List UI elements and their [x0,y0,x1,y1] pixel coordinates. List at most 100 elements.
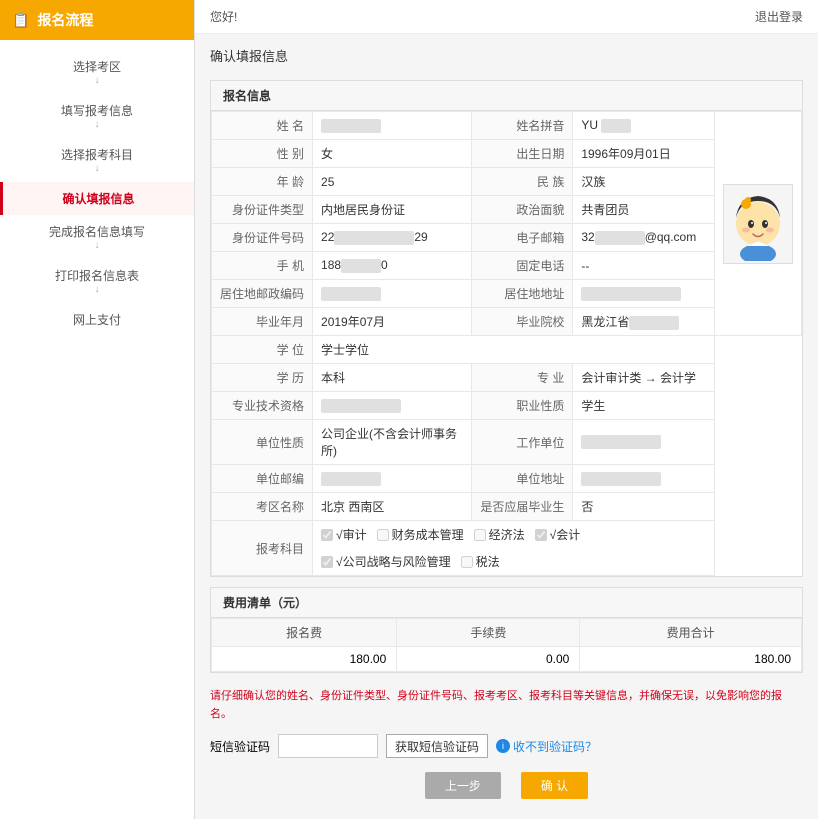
subject-finance-cost: 财务成本管理 [377,526,464,543]
registration-fee-value: 180.00 [212,647,397,672]
exam-area-label: 考区名称 [212,493,313,521]
table-row: 毕业年月 2019年07月 毕业院校 黑龙江省 [212,308,802,336]
work-unit-label: 工作单位 [472,420,573,465]
age-value: 25 [313,168,472,196]
grad-month-label: 毕业年月 [212,308,313,336]
job-nature-label: 职业性质 [472,392,573,420]
grad-school-label: 毕业院校 [472,308,573,336]
logout-button[interactable]: 退出登录 [755,8,803,25]
age-label: 年 龄 [212,168,313,196]
confirm-button[interactable]: 确 认 [521,772,588,799]
avatar-cell [715,112,802,336]
degree-value: 学士学位 [313,336,715,364]
warning-text: 请仔细确认您的姓名、身份证件类型、身份证件号码、报考考区、报考科目等关键信息，并… [210,683,803,728]
pinyin-blurred [601,119,631,133]
table-row: 专业技术资格 职业性质 学生 [212,392,802,420]
sidebar-item-label: 选择报考科目 [61,146,133,163]
sidebar-item-complete-fill[interactable]: 完成报名信息填写 [0,215,194,259]
registration-info-box: 报名信息 姓 名 姓名拼音 YU [210,80,803,577]
unit-address-value [573,465,715,493]
table-row: 单位邮编 单位地址 [212,465,802,493]
work-unit-blurred [581,435,661,449]
id-type-value: 内地居民身份证 [313,196,472,224]
tech-blurred [321,399,401,413]
subject-audit-checkbox[interactable] [321,529,333,541]
mobile-label: 手 机 [212,252,313,280]
job-nature-value: 学生 [573,392,715,420]
unit-postal-blurred [321,472,381,486]
table-row: 身份证件类型 内地居民身份证 政治面貌 共青团员 [212,196,802,224]
name-label: 姓 名 [212,112,313,140]
email-label: 电子邮箱 [472,224,573,252]
postal-code-label: 居住地邮政编码 [212,280,313,308]
reg-info-header: 报名信息 [211,81,802,111]
subject-economics-label: 经济法 [489,526,525,543]
grad-month-value: 2019年07月 [313,308,472,336]
sidebar-item-label: 网上支付 [73,311,121,328]
name-pinyin-label: 姓名拼音 [472,112,573,140]
mobile-value: 1880 [313,252,472,280]
table-row: 手 机 1880 固定电话 -- [212,252,802,280]
address-label: 居住地地址 [472,280,573,308]
email-value: 32@qq.com [573,224,715,252]
table-row: 学 历 本科 专 业 会计审计类 → 会计学 [212,364,802,392]
unit-address-blurred [581,472,661,486]
sidebar-header: 📋 报名流程 [0,0,194,40]
sidebar-item-print-table[interactable]: 打印报名信息表 [0,259,194,303]
id-number-label: 身份证件号码 [212,224,313,252]
page-title: 确认填报信息 [210,46,803,70]
handling-fee-value: 0.00 [397,647,580,672]
sidebar-item-confirm-info[interactable]: 确认填报信息 [0,182,194,215]
birthdate-value: 1996年09月01日 [573,140,715,168]
postal-code-value [313,280,472,308]
verify-code-input[interactable] [278,734,378,758]
bottom-buttons: 上一步 确 认 [210,764,803,807]
gender-value: 女 [313,140,472,168]
subject-tax-checkbox[interactable] [461,556,473,568]
sidebar-header-icon: 📋 [12,12,29,29]
avatar [723,184,793,264]
sidebar-item-pay-online[interactable]: 网上支付 [0,303,194,336]
verification-row: 短信验证码 获取短信验证码 i 收不到验证码？ [210,728,803,764]
subject-economics-checkbox[interactable] [474,529,486,541]
fee-table: 报名费 手续费 费用合计 180.00 0.00 180.00 [211,618,802,672]
prev-button[interactable]: 上一步 [425,772,501,799]
sidebar-item-select-subjects[interactable]: 选择报考科目 [0,138,194,182]
tech-title-label: 专业技术资格 [212,392,313,420]
greeting-text: 您好! [210,8,237,25]
subject-finance-label: 财务成本管理 [392,526,464,543]
address-value [573,280,715,308]
fresh-grad-value: 否 [573,493,715,521]
subject-accounting: √会计 [535,526,581,543]
subject-finance-checkbox[interactable] [377,529,389,541]
mobile-blurred [341,259,381,273]
unit-postal-label: 单位邮编 [212,465,313,493]
col-total-fee: 费用合计 [580,619,802,647]
main-content: 您好! 退出登录 确认填报信息 报名信息 姓 名 姓名拼音 YU [195,0,818,819]
sidebar-item-fill-info[interactable]: 填写报考信息 [0,94,194,138]
sidebar-item-select-area[interactable]: 选择考区 [0,50,194,94]
ethnicity-value: 汉族 [573,168,715,196]
subject-economics: 经济法 [474,526,525,543]
fee-header: 费用清单（元） [211,588,802,618]
education-label: 学 历 [212,364,313,392]
grad-school-value: 黑龙江省 [573,308,715,336]
gender-label: 性 别 [212,140,313,168]
fresh-grad-label: 是否应届毕业生 [472,493,573,521]
table-row: 身份证件号码 2229 电子邮箱 32@qq.com [212,224,802,252]
school-blurred [629,316,679,330]
landline-label: 固定电话 [472,252,573,280]
subject-accounting-checkbox[interactable] [535,529,547,541]
sidebar-item-label: 确认填报信息 [62,190,134,207]
exam-area-value: 北京 西南区 [313,493,472,521]
not-received-link[interactable]: i 收不到验证码？ [496,738,597,755]
info-icon: i [496,739,510,753]
subject-audit: √审计 [321,526,367,543]
degree-label: 学 位 [212,336,313,364]
unit-nature-label: 单位性质 [212,420,313,465]
total-fee-value: 180.00 [580,647,802,672]
political-value: 共青团员 [573,196,715,224]
subject-strategy-checkbox[interactable] [321,556,333,568]
political-label: 政治面貌 [472,196,573,224]
get-code-button[interactable]: 获取短信验证码 [386,734,488,758]
